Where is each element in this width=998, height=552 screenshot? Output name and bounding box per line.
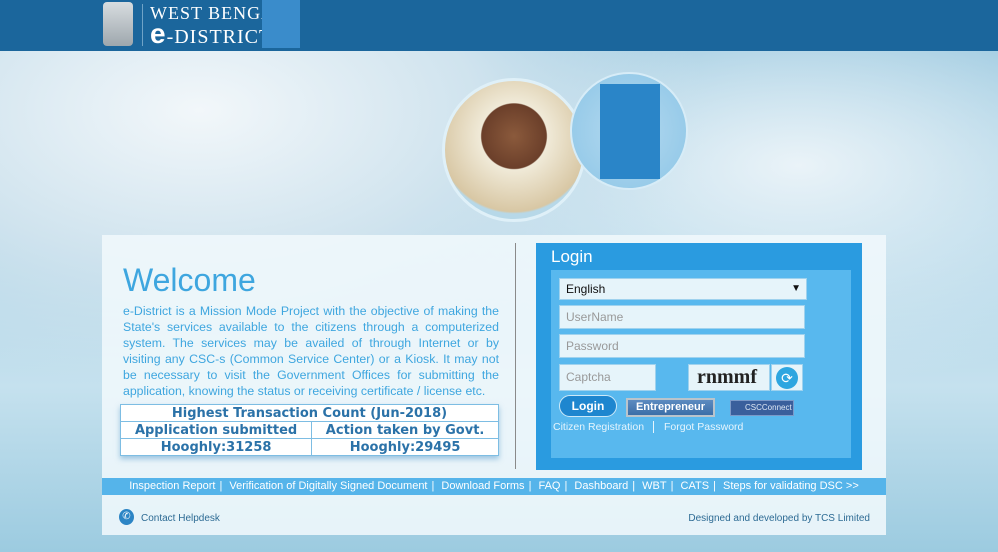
nav-cats[interactable]: CATS [681, 480, 710, 492]
forgot-password-link[interactable]: Forgot Password [664, 421, 743, 433]
separator: | [713, 480, 716, 492]
nav-steps-dsc[interactable]: Steps for validating DSC >> [723, 480, 859, 492]
username-input[interactable]: UserName [559, 305, 805, 329]
col-header: Action taken by Govt. [311, 421, 499, 439]
welcome-heading: Welcome [123, 262, 256, 298]
credits-text: Designed and developed by TCS Limited [688, 513, 870, 524]
language-select[interactable]: English ▼ [559, 278, 807, 300]
nav-faq[interactable]: FAQ [538, 480, 560, 492]
citizen-registration-link[interactable]: Citizen Registration [553, 421, 644, 433]
nav-download-forms[interactable]: Download Forms [441, 480, 524, 492]
west-bengal-map-icon [262, 0, 300, 48]
logo-e: e [150, 18, 167, 49]
header: West Bengal e-District [0, 0, 998, 51]
language-value: English [566, 282, 606, 296]
phone-icon: ✆ [119, 509, 134, 525]
transaction-table: Highest Transaction Count (Jun-2018) App… [119, 404, 499, 456]
logo-district: -District [166, 26, 273, 48]
refresh-captcha-button[interactable]: ⟳ [771, 364, 803, 391]
divider [142, 4, 143, 46]
password-input[interactable]: Password [559, 334, 805, 358]
footer-nav: Inspection Report | Verification of Digit… [102, 478, 886, 495]
col-header: Application submitted [119, 421, 313, 439]
transaction-title: Highest Transaction Count (Jun-2018) [120, 404, 499, 422]
table-cell: Hooghly:29495 [311, 438, 499, 456]
nav-wbt[interactable]: WBT [642, 480, 666, 492]
login-title: Login [551, 247, 593, 266]
chief-minister-photo [442, 78, 586, 222]
nav-verification[interactable]: Verification of Digitally Signed Documen… [229, 480, 427, 492]
site-title-line2: e-District [150, 18, 272, 50]
west-bengal-map-icon [600, 84, 660, 179]
login-button[interactable]: Login [559, 395, 617, 417]
separator: | [431, 480, 435, 492]
separator: | [219, 480, 223, 492]
entrepreneur-button[interactable]: Entrepreneur [626, 398, 715, 417]
separator: | [528, 480, 532, 492]
captcha-image: rnmmf [688, 364, 770, 391]
nav-inspection-report[interactable]: Inspection Report [129, 480, 215, 492]
separator: | [670, 480, 674, 492]
state-map-circle [570, 72, 688, 190]
refresh-icon: ⟳ [776, 367, 798, 389]
divider [515, 243, 516, 469]
captcha-input[interactable]: Captcha [559, 364, 656, 391]
separator: | [632, 480, 636, 492]
table-cell: Hooghly:31258 [119, 438, 313, 456]
state-emblem-logo [103, 2, 133, 46]
csc-connect-button[interactable]: CSCConnect [730, 400, 794, 416]
separator: | [564, 480, 568, 492]
dropdown-arrow-icon: ▼ [791, 283, 801, 294]
welcome-description: e-District is a Mission Mode Project wit… [123, 304, 499, 398]
nav-dashboard[interactable]: Dashboard [574, 480, 628, 492]
link-separator [653, 421, 654, 433]
contact-helpdesk-link[interactable]: Contact Helpdesk [141, 513, 220, 524]
